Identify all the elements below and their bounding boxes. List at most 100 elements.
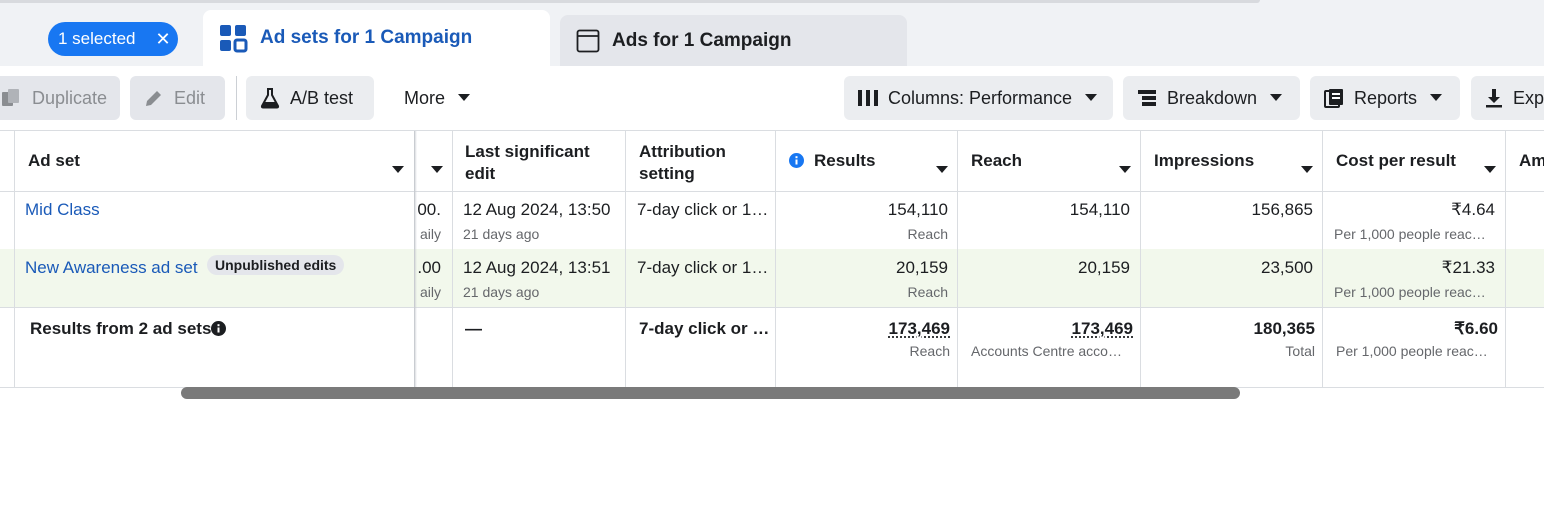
totals-cost: ₹6.60 (1454, 319, 1498, 338)
column-divider (452, 131, 453, 387)
results-value: 20,159 (896, 258, 948, 277)
breakdown-button[interactable]: Breakdown (1123, 76, 1300, 120)
totals-reach-sub: Accounts Centre acco… (971, 343, 1122, 359)
ab-test-label: A/B test (290, 87, 354, 108)
header-divider (0, 191, 1544, 192)
impressions-value: 156,865 (1251, 200, 1313, 219)
column-divider (14, 131, 15, 387)
ab-test-button[interactable]: A/B test (246, 76, 374, 120)
toolbar: Duplicate Edit A/B test More Columns: Pe… (0, 66, 1544, 130)
totals-impressions-sub: Total (1285, 343, 1315, 359)
ad-set-name-link[interactable]: Mid Class (25, 200, 100, 220)
column-header-amount-label: Am (1519, 151, 1544, 170)
info-icon[interactable] (789, 152, 804, 174)
breakdown-icon (1137, 88, 1157, 108)
ad-sets-table: Ad set Last significant edit Attribution… (0, 130, 1544, 388)
column-header-cost-label: Cost per result (1336, 151, 1456, 170)
export-button[interactable]: Exp (1471, 76, 1544, 120)
totals-reach-value: 173,469 (1071, 319, 1133, 338)
column-divider (1140, 131, 1141, 387)
caret-down-icon[interactable] (1484, 158, 1496, 180)
caret-down-icon[interactable] (1301, 158, 1313, 180)
column-divider (1505, 131, 1506, 387)
budget-value: .00 (417, 258, 441, 277)
caret-down-icon (1084, 93, 1098, 103)
edit-button[interactable]: Edit (130, 76, 225, 120)
column-header-budget[interactable] (416, 131, 452, 191)
column-header-cost-per-result[interactable]: Cost per result (1336, 131, 1504, 191)
reports-button[interactable]: Reports (1310, 76, 1460, 120)
caret-down-icon (457, 93, 471, 103)
toolbar-separator (236, 76, 237, 120)
totals-last-edit: — (465, 319, 482, 338)
cost-value: ₹21.33 (1441, 258, 1495, 277)
more-label: More (404, 87, 446, 108)
column-header-impressions-label: Impressions (1154, 151, 1255, 170)
budget-sub: aily (419, 284, 441, 300)
column-header-last-edit[interactable]: Last significant edit (465, 131, 615, 191)
reports-label: Reports (1354, 87, 1418, 108)
totals-attribution: 7-day click or … (639, 319, 770, 338)
breakdown-label: Breakdown (1167, 87, 1258, 108)
duplicate-button[interactable]: Duplicate (0, 76, 120, 120)
tab-ad-sets[interactable]: Ad sets for 1 Campaign (203, 10, 550, 66)
cost-value: ₹4.64 (1451, 200, 1495, 219)
tab-ads[interactable]: Ads for 1 Campaign (560, 15, 907, 66)
selected-items-pill[interactable]: 1 selected ✕ (48, 22, 178, 56)
reach-value: 154,110 (1069, 200, 1130, 219)
column-divider (957, 131, 958, 387)
totals-results-value: 173,469 (888, 319, 950, 338)
selected-count-label: 1 selected (58, 29, 136, 48)
results-value: 154,110 (887, 200, 948, 219)
column-header-ad-set-label: Ad set (28, 151, 80, 170)
attribution-value: 7-day click or 1… (637, 258, 769, 277)
column-header-reach-label: Reach (971, 151, 1023, 170)
flask-icon (260, 87, 280, 109)
reach-value: 20,159 (1078, 258, 1130, 277)
edit-label: Edit (174, 87, 206, 108)
totals-divider (0, 307, 1544, 308)
window-icon (576, 29, 600, 53)
totals-reach: 173,469 (972, 319, 1133, 339)
totals-results: 173,469 (790, 319, 950, 339)
tab-bar: 1 selected ✕ Ad sets for 1 Campaign Ads … (0, 0, 1544, 66)
last-edit-value: 12 Aug 2024, 13:51 (463, 258, 611, 277)
pencil-icon (144, 88, 164, 108)
caret-down-icon[interactable] (392, 158, 404, 180)
close-icon[interactable]: ✕ (148, 29, 178, 50)
column-header-last-edit-label: Last significant edit (465, 142, 590, 183)
column-header-results-label: Results (814, 151, 876, 170)
info-icon[interactable] (211, 321, 226, 341)
column-header-amount[interactable]: Am (1519, 131, 1544, 191)
duplicate-label: Duplicate (32, 87, 108, 108)
column-header-results[interactable]: Results (788, 131, 956, 191)
column-header-ad-set[interactable]: Ad set (28, 131, 413, 191)
tab-ad-sets-label: Ad sets for 1 Campaign (260, 27, 473, 48)
columns-button[interactable]: Columns: Performance (844, 76, 1113, 120)
column-divider (1322, 131, 1323, 387)
results-sub: Reach (907, 226, 948, 242)
caret-down-icon[interactable] (1119, 158, 1131, 180)
caret-down-icon (1429, 93, 1443, 103)
totals-label: Results from 2 ad sets (30, 319, 212, 338)
reports-icon (1324, 88, 1344, 108)
last-edit-sub: 21 days ago (463, 226, 540, 242)
ad-set-name-link[interactable]: New Awareness ad set (25, 258, 198, 278)
totals-results-sub: Reach (909, 343, 950, 359)
column-header-impressions[interactable]: Impressions (1154, 131, 1322, 191)
duplicate-icon (0, 87, 22, 109)
columns-label: Columns: Performance (888, 87, 1073, 108)
results-sub: Reach (907, 284, 948, 300)
last-edit-value: 12 Aug 2024, 13:50 (463, 200, 611, 219)
grid-icon (218, 23, 248, 53)
column-header-attribution[interactable]: Attribution setting (639, 131, 759, 191)
horizontal-scrollbar[interactable] (181, 387, 1240, 399)
download-icon (1485, 88, 1503, 108)
caret-down-icon[interactable] (936, 158, 948, 180)
unpublished-edits-badge: Unpublished edits (207, 255, 345, 275)
cost-sub: Per 1,000 people reac… (1334, 226, 1486, 242)
more-button[interactable]: More (390, 76, 490, 120)
tabbar-divider (0, 0, 1260, 3)
caret-down-icon[interactable] (431, 158, 443, 180)
column-header-reach[interactable]: Reach (971, 131, 1139, 191)
